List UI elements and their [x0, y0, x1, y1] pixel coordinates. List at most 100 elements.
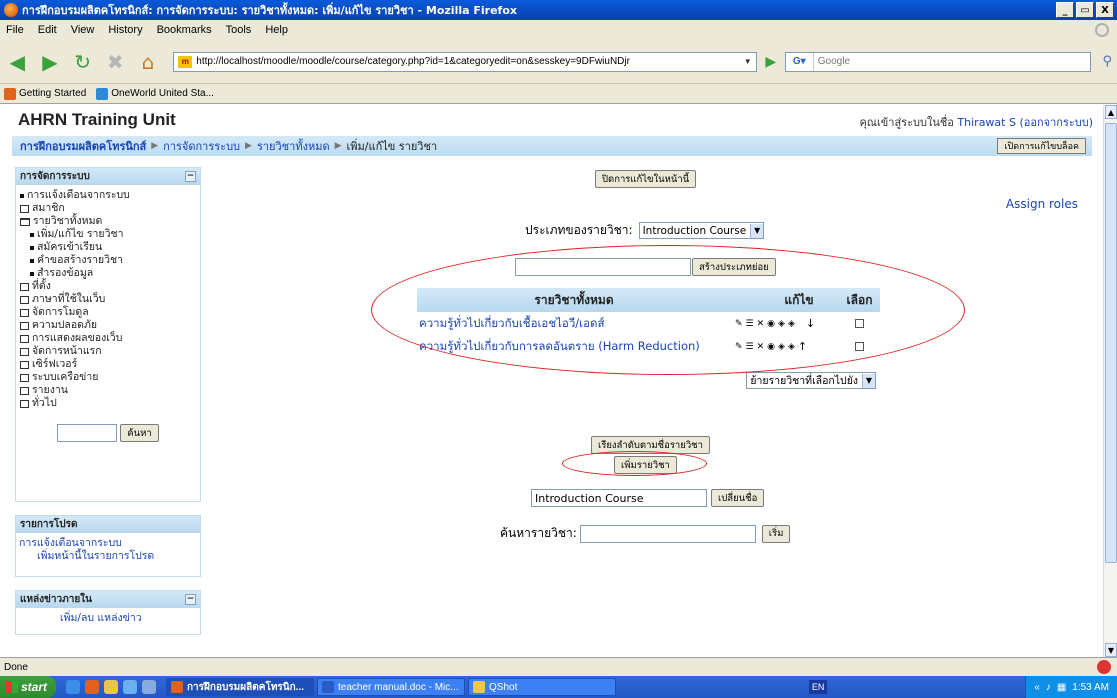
backup-icon[interactable]: ◈ — [778, 319, 785, 329]
manage-feeds-link[interactable]: เพิ่ม/ลบ แหล่งข่าว — [60, 612, 142, 624]
go-icon[interactable]: ▶ — [763, 53, 779, 71]
google-icon[interactable]: G▾ — [786, 52, 814, 71]
menu-history[interactable]: History — [108, 24, 142, 36]
quicklaunch-icon[interactable] — [123, 680, 137, 694]
bookmark-getting-started[interactable]: Getting Started — [4, 87, 86, 100]
roles-icon[interactable]: ☰ — [746, 319, 754, 329]
backup-icon[interactable]: ◈ — [778, 342, 785, 352]
addon-icon[interactable] — [1097, 660, 1111, 674]
add-favorite-link[interactable]: เพิ่มหน้านี้ในรายการโปรด — [37, 550, 154, 562]
admin-search-input[interactable] — [57, 424, 118, 442]
roles-icon[interactable]: ☰ — [746, 342, 754, 352]
stop-icon[interactable]: ✖ — [102, 47, 129, 77]
turn-editing-off-button[interactable]: ปิดการแก้ไขในหน้านี้ — [595, 170, 697, 188]
taskbar-word[interactable]: teacher manual.doc - Mic... — [317, 678, 465, 696]
quicklaunch-icon[interactable] — [104, 680, 118, 694]
quicklaunch-icon[interactable] — [66, 680, 80, 694]
course-checkbox-1[interactable] — [855, 318, 864, 328]
menu-tools[interactable]: Tools — [226, 24, 252, 36]
admin-menu-item[interactable]: เซิร์ฟเวอร์ — [20, 358, 196, 371]
breadcrumb-courses[interactable]: รายวิชาทั้งหมด — [257, 137, 330, 155]
course-search-input[interactable] — [579, 524, 756, 543]
course-link-1[interactable]: ความรู้ทั่วไปเกี่ยวกับเชื้อเอชไอวี/เอดส์ — [417, 315, 729, 333]
logout-link[interactable]: (ออกจากระบบ) — [1019, 116, 1093, 129]
restore-icon[interactable]: ◈ — [788, 342, 795, 352]
network-icon[interactable]: ▦ — [1057, 682, 1066, 693]
move-down-icon[interactable]: ↓ — [806, 317, 815, 330]
admin-menu-item[interactable]: ระบบเครือข่าย — [20, 371, 196, 384]
admin-menu-item[interactable]: รายวิชาทั้งหมด — [20, 215, 196, 228]
admin-menu-item[interactable]: สมาชิก — [20, 202, 196, 215]
show-icon[interactable]: ◉ — [767, 342, 775, 352]
admin-menu-item[interactable]: การแจ้งเตือนจากระบบ — [20, 189, 196, 202]
home-icon[interactable]: ⌂ — [135, 47, 162, 77]
favorite-link[interactable]: การแจ้งเตือนจากระบบ — [19, 537, 122, 549]
admin-menu-item[interactable]: สมัครเข้าเรียน — [20, 241, 196, 254]
restore-button[interactable]: ▭ — [1076, 2, 1094, 18]
sort-courses-button[interactable]: เรียงลำดับตามชื่อรายวิชา — [591, 436, 710, 454]
user-link[interactable]: Thirawat S — [957, 116, 1016, 129]
menu-edit[interactable]: Edit — [38, 24, 57, 36]
start-button[interactable]: start — [0, 676, 56, 698]
url-dropdown-icon[interactable]: ▼ — [740, 57, 756, 66]
admin-menu-item[interactable]: จัดการหน้าแรก — [20, 345, 196, 358]
taskbar-qshot[interactable]: QShot — [468, 678, 616, 696]
admin-menu-item[interactable]: ภาษาที่ใช้ในเว็บ — [20, 293, 196, 306]
category-name-input[interactable]: Introduction Course — [531, 489, 707, 507]
menu-bookmarks[interactable]: Bookmarks — [157, 24, 212, 36]
admin-menu-item[interactable]: ที่ตั้ง — [20, 280, 196, 293]
admin-search-button[interactable]: ค้นหา — [120, 424, 159, 442]
course-link-2[interactable]: ความรู้ทั่วไปเกี่ยวกับการลดอันตราย (Harm… — [417, 338, 729, 356]
page-scrollbar[interactable]: ▲ ▼ — [1103, 105, 1117, 657]
add-course-button[interactable]: เพิ่มรายวิชา — [614, 456, 677, 474]
breadcrumb-admin[interactable]: การจัดการระบบ — [163, 137, 240, 155]
scroll-thumb[interactable] — [1105, 123, 1117, 563]
admin-menu-item[interactable]: ความปลอดภัย — [20, 319, 196, 332]
course-checkbox-2[interactable] — [855, 341, 864, 351]
show-icon[interactable]: ◉ — [767, 319, 775, 329]
edit-icon[interactable]: ✎ — [735, 319, 743, 329]
menu-help[interactable]: Help — [265, 24, 288, 36]
taskbar-firefox[interactable]: การฝึกอบรมผลิตคโทรนิก... — [166, 678, 314, 696]
minimize-block-icon[interactable]: − — [185, 171, 196, 182]
volume-icon[interactable]: ♪ — [1046, 682, 1051, 693]
search-input[interactable]: G▾ Google — [784, 51, 1092, 72]
search-icon[interactable]: ⚲ — [1097, 52, 1117, 72]
forward-icon[interactable]: ▶ — [37, 47, 64, 77]
clock[interactable]: 1:53 AM — [1072, 682, 1109, 693]
menu-file[interactable]: File — [6, 24, 24, 36]
quicklaunch-icon[interactable] — [142, 680, 156, 694]
edit-icon[interactable]: ✎ — [735, 342, 743, 352]
admin-menu-item[interactable]: คำขอสร้างรายวิชา — [20, 254, 196, 267]
scroll-down-icon[interactable]: ▼ — [1105, 643, 1117, 657]
admin-menu-item[interactable]: การแสดงผลของเว็บ — [20, 332, 196, 345]
delete-icon[interactable]: ✕ — [757, 319, 765, 329]
minimize-block-icon[interactable]: − — [185, 594, 196, 605]
delete-icon[interactable]: ✕ — [757, 342, 765, 352]
menu-view[interactable]: View — [71, 24, 95, 36]
admin-menu-item[interactable]: รายงาน — [20, 384, 196, 397]
restore-icon[interactable]: ◈ — [788, 319, 795, 329]
category-select[interactable]: Introduction Course ▼ — [638, 222, 765, 239]
scroll-up-icon[interactable]: ▲ — [1105, 105, 1117, 119]
blocks-editing-button[interactable]: เปิดการแก้ไขบล็อค — [997, 138, 1086, 154]
admin-menu-item[interactable]: เพิ่ม/แก้ไข รายวิชา — [20, 228, 196, 241]
close-button[interactable]: X — [1096, 2, 1114, 18]
back-icon[interactable]: ◀ — [4, 47, 31, 77]
rename-button[interactable]: เปลี่ยนชื่อ — [711, 489, 765, 507]
quicklaunch-icon[interactable] — [85, 680, 99, 694]
bookmark-oneworld[interactable]: OneWorld United Sta... — [96, 87, 214, 100]
tray-expand-icon[interactable]: « — [1034, 682, 1040, 693]
admin-menu-item[interactable]: ทั่วไป — [20, 397, 196, 410]
create-subcategory-button[interactable]: สร้างประเภทย่อย — [692, 258, 776, 276]
assign-roles-link[interactable]: Assign roles — [1006, 197, 1078, 211]
reload-icon[interactable]: ↻ — [69, 47, 96, 77]
move-up-icon[interactable]: ↑ — [798, 340, 807, 353]
admin-menu-item[interactable]: จัดการโมดูล — [20, 306, 196, 319]
course-search-button[interactable]: เริ่ม — [761, 524, 791, 543]
url-bar[interactable]: m http://localhost/moodle/moodle/course/… — [173, 51, 757, 72]
minimize-button[interactable]: _ — [1056, 2, 1074, 18]
admin-menu-item[interactable]: สำรองข้อมูล — [20, 267, 196, 280]
language-indicator[interactable]: EN — [808, 680, 828, 694]
move-courses-select[interactable]: ย้ายรายวิชาที่เลือกไปยัง ▼ — [746, 372, 876, 389]
